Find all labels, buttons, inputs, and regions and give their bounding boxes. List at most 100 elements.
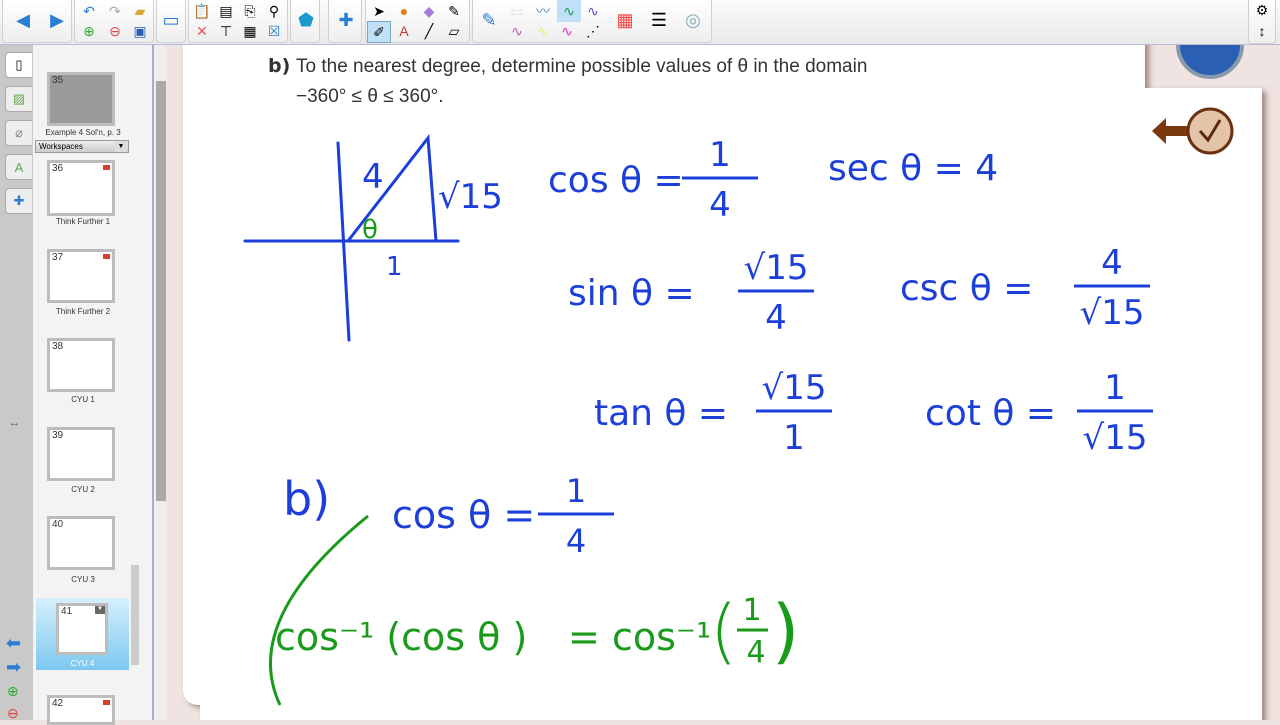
- save-icon[interactable]: ▣: [130, 22, 150, 40]
- inverse-equals: =: [568, 615, 600, 659]
- inverse-numerator: 1: [742, 593, 761, 628]
- canvas-scrollbar[interactable]: [152, 45, 166, 720]
- denominator: 4: [709, 185, 731, 225]
- clear-icon[interactable]: ✕: [192, 22, 212, 40]
- math-icon[interactable]: ☒: [264, 22, 284, 40]
- pen-style-magenta-icon[interactable]: ∿: [557, 22, 577, 40]
- pen-icon[interactable]: ✎: [479, 0, 499, 40]
- pen-style-purple-icon[interactable]: ∿: [583, 2, 603, 20]
- screen-shade-icon[interactable]: ▭: [161, 0, 181, 40]
- addons-tab-icon[interactable]: ✚: [5, 188, 32, 214]
- page-label: CYU 2: [71, 485, 95, 494]
- text-icon[interactable]: A: [394, 22, 414, 40]
- equation-lhs: cos θ =: [392, 493, 535, 537]
- display-icon[interactable]: ⊤: [216, 22, 236, 40]
- page-thumbnail[interactable]: 42: [47, 695, 115, 725]
- recognize-icon[interactable]: ⚲: [264, 2, 284, 20]
- page-thumbnail[interactable]: 36: [47, 160, 115, 216]
- forward-arrow-icon[interactable]: ▶: [47, 0, 67, 40]
- redo-icon[interactable]: ↷: [105, 2, 125, 20]
- bucket-icon[interactable]: ⬟: [296, 0, 316, 40]
- numerator: 1: [1104, 368, 1126, 408]
- new-page-icon[interactable]: ⊕: [79, 22, 99, 40]
- page-thumbnail[interactable]: 37: [47, 249, 115, 303]
- page-label: Think Further 1: [55, 217, 111, 226]
- page-sorter: 35 Example 4 Sol'n, p. 3 Workspaces ▼ 36 …: [33, 45, 133, 725]
- pens-icon[interactable]: ✐: [367, 21, 391, 43]
- screen-shade-group: ▭: [156, 0, 186, 43]
- inverse-denominator: 4: [746, 635, 765, 670]
- toolbar: ◀ ▶ ↶ ↷ ▰ ⊕ ⊖ ▣ ▭ 📋 ▤ ⎘ ⚲ ✕ ⊤ ▦ ☒ ⬟ ✚ ➤ …: [0, 0, 1280, 45]
- addons-group: ⬟: [290, 0, 320, 43]
- numerator: √15: [762, 368, 827, 408]
- opposite-label: √15: [438, 177, 503, 217]
- paste-icon[interactable]: 📋: [192, 2, 212, 20]
- attachments-paperclip-icon[interactable]: ⌀: [5, 120, 32, 146]
- flag-icon: [103, 700, 110, 705]
- denominator: 1: [783, 418, 805, 458]
- canvas-scroll-thumb[interactable]: [156, 81, 166, 501]
- eraser-shape-icon[interactable]: ◆: [419, 2, 439, 20]
- gear-icon[interactable]: ⚙: [1252, 1, 1272, 19]
- magic-pen-icon[interactable]: ✎: [444, 2, 464, 20]
- insert-icon[interactable]: ⎘: [240, 2, 260, 20]
- page-menu-chevron-icon[interactable]: ▼: [95, 606, 105, 614]
- page-sorter-tab-icon[interactable]: ▯: [5, 52, 32, 78]
- equation-lhs: sin θ =: [568, 273, 695, 314]
- workspaces-dropdown[interactable]: Workspaces ▼: [35, 140, 129, 153]
- question-text: To the nearest degree, determine possibl…: [296, 56, 867, 77]
- sorter-scroll-thumb[interactable]: [131, 565, 139, 665]
- transparency-icon[interactable]: ◎: [683, 0, 703, 40]
- settings-group: ⚙ ↕: [1248, 0, 1276, 44]
- selected-page[interactable]: 41 ▼ CYU 4: [36, 598, 129, 670]
- shapes-icon[interactable]: ●: [394, 2, 414, 20]
- page-label: Example 4 Sol'n, p. 3: [45, 128, 121, 137]
- puzzle-icon[interactable]: ✚: [336, 0, 356, 40]
- open-folder-icon[interactable]: ▰: [130, 2, 150, 20]
- delete-page-icon[interactable]: ⊖: [7, 705, 19, 722]
- numerator: 4: [1101, 243, 1123, 283]
- next-page-icon[interactable]: ➡: [6, 657, 21, 678]
- angle-label: θ: [362, 215, 378, 245]
- page-thumbnail[interactable]: 41 ▼: [56, 603, 108, 655]
- page-thumbnail[interactable]: 35: [47, 72, 115, 126]
- equation-lhs: sec θ = 4: [828, 148, 998, 189]
- color-palette-icon[interactable]: ▦: [615, 0, 635, 40]
- pen-style-white-icon[interactable]: ▭: [507, 2, 527, 20]
- delete-page-icon[interactable]: ⊖: [105, 22, 125, 40]
- question-label: b): [268, 55, 290, 77]
- back-arrow-icon[interactable]: ◀: [13, 0, 33, 40]
- capture-icon[interactable]: ▤: [216, 2, 236, 20]
- pen-style-yellow-icon[interactable]: ∿: [533, 22, 553, 40]
- page-label: CYU 4: [70, 659, 95, 668]
- pen-style-dashed-icon[interactable]: ⋰: [583, 22, 603, 40]
- add-page-icon[interactable]: ⊕: [7, 683, 19, 700]
- checkmark-icon: [1186, 107, 1234, 155]
- gallery-tab-icon[interactable]: ▨: [5, 86, 32, 112]
- chevron-down-icon: ▼: [115, 141, 127, 152]
- toolbar-position-icon[interactable]: ↕: [1252, 22, 1272, 40]
- undo-icon[interactable]: ↶: [79, 2, 99, 20]
- page-thumbnail[interactable]: 38: [47, 338, 115, 392]
- file-group: ↶ ↷ ▰ ⊕ ⊖ ▣: [74, 0, 154, 43]
- previous-page-icon[interactable]: ⬅: [6, 633, 21, 654]
- adjacent-label: 1: [386, 252, 403, 282]
- line-style-icon[interactable]: ☰: [649, 0, 669, 40]
- table-icon[interactable]: ▦: [240, 22, 260, 40]
- properties-tab-icon[interactable]: A: [5, 154, 32, 180]
- line-icon[interactable]: ╱: [419, 22, 439, 40]
- pen-style-green-icon[interactable]: ∿: [557, 0, 581, 22]
- paren-open: (: [710, 590, 737, 672]
- page-thumbnail[interactable]: 39: [47, 427, 115, 481]
- denominator: 4: [765, 298, 787, 338]
- pen-style-pink-icon[interactable]: ∿: [507, 22, 527, 40]
- resize-handle-icon[interactable]: ↔: [9, 417, 20, 429]
- select-arrow-icon[interactable]: ➤: [369, 2, 389, 20]
- tools-group: ➤ ● ◆ ✎ ✐ A ╱ ▱: [365, 0, 470, 43]
- sorter-scrollbar[interactable]: [130, 45, 152, 720]
- whiteboard-canvas[interactable]: b) To the nearest degree, determine poss…: [166, 11, 1280, 725]
- pen-style-highlighter-icon[interactable]: 〰: [533, 2, 553, 20]
- eraser-icon[interactable]: ▱: [444, 22, 464, 40]
- equation-lhs: tan θ =: [594, 393, 728, 434]
- page-thumbnail[interactable]: 40: [47, 516, 115, 570]
